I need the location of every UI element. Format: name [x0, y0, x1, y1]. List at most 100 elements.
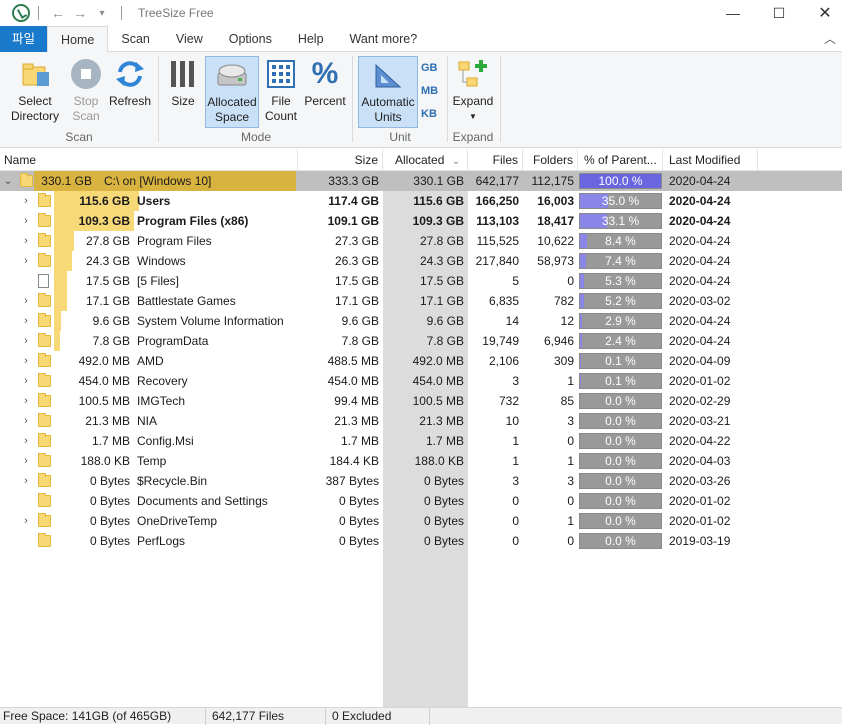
expand-chevron-icon[interactable]: ›: [20, 371, 32, 391]
cell-size: 184.4 KB: [298, 451, 379, 471]
tree-row[interactable]: ›109.3 GBProgram Files (x86)109.1 GB109.…: [0, 211, 842, 231]
tree-row[interactable]: ›492.0 MBAMD488.5 MB492.0 MB2,1063090.1 …: [0, 351, 842, 371]
column-header-folders[interactable]: Folders: [523, 149, 578, 171]
unit-gb-button[interactable]: GB: [421, 62, 438, 74]
expand-chevron-icon[interactable]: ›: [20, 451, 32, 471]
folder-icon: [38, 475, 51, 487]
cell-allocated: 1.7 MB: [383, 431, 464, 451]
cell-files: 217,840: [468, 251, 519, 271]
percent-value: 0.0 %: [580, 454, 661, 468]
tree-row[interactable]: ›0 BytesOneDriveTemp0 Bytes0 Bytes010.0 …: [0, 511, 842, 531]
automatic-units-button[interactable]: Automatic Units: [358, 56, 418, 128]
tree-row[interactable]: ›0 Bytes$Recycle.Bin387 Bytes0 Bytes330.…: [0, 471, 842, 491]
cell-folders: 10,622: [523, 231, 574, 251]
expand-chevron-icon[interactable]: ›: [20, 251, 32, 271]
cell-files: 14: [468, 311, 519, 331]
expand-chevron-icon[interactable]: ›: [20, 411, 32, 431]
expand-chevron-icon[interactable]: ›: [20, 291, 32, 311]
mode-file-count-button[interactable]: File Count: [262, 56, 300, 128]
cell-files: 19,749: [468, 331, 519, 351]
column-header-files[interactable]: Files: [468, 149, 523, 171]
select-directory-button[interactable]: Select Directory: [6, 56, 64, 128]
percent-bar: 2.4 %: [579, 333, 662, 349]
minimize-button[interactable]: —: [710, 0, 756, 26]
tree-row[interactable]: ›21.3 MBNIA21.3 MB21.3 MB1030.0 %2020-03…: [0, 411, 842, 431]
cell-size: 17.1 GB: [298, 291, 379, 311]
expand-chevron-icon[interactable]: ›: [20, 391, 32, 411]
tree-item-name: $Recycle.Bin: [137, 471, 207, 491]
mode-allocated-space-button[interactable]: Allocated Space: [205, 56, 259, 128]
tree-row[interactable]: 0 BytesDocuments and Settings0 Bytes0 By…: [0, 491, 842, 511]
mode-size-button[interactable]: Size: [164, 56, 202, 128]
tree-size-label: 9.6 GB: [54, 311, 130, 331]
unit-kb-button[interactable]: KB: [421, 108, 437, 120]
tree-row[interactable]: ›115.6 GBUsers117.4 GB115.6 GB166,25016,…: [0, 191, 842, 211]
cell-files: 0: [468, 531, 519, 551]
expand-chevron-icon[interactable]: ›: [20, 351, 32, 371]
unit-mb-button[interactable]: MB: [421, 85, 438, 97]
tree-row-root[interactable]: ⌄330.1 GBC:\ on [Windows 10]333.3 GB330.…: [0, 171, 842, 191]
back-arrow-icon[interactable]: ←: [47, 5, 69, 21]
tree-row[interactable]: 0 BytesPerfLogs0 Bytes0 Bytes000.0 %2019…: [0, 531, 842, 551]
column-header-percent-of-parent[interactable]: % of Parent...: [578, 149, 663, 171]
tree-row[interactable]: ›7.8 GBProgramData7.8 GB7.8 GB19,7496,94…: [0, 331, 842, 351]
column-header-name[interactable]: Name: [0, 149, 298, 171]
tree-row[interactable]: ›17.1 GBBattlestate Games17.1 GB17.1 GB6…: [0, 291, 842, 311]
tree-item-name: IMGTech: [137, 391, 185, 411]
tab-options[interactable]: Options: [216, 26, 285, 52]
expand-chevron-icon[interactable]: ›: [20, 311, 32, 331]
treesize-app-icon: [12, 4, 30, 22]
percent-label: Percent: [302, 94, 348, 109]
quick-access-dropdown-icon[interactable]: ▾: [91, 8, 113, 19]
column-header-size[interactable]: Size: [298, 149, 383, 171]
expand-chevron-icon[interactable]: ›: [20, 431, 32, 451]
expand-chevron-icon[interactable]: ›: [20, 211, 32, 231]
column-header-allocated[interactable]: Allocated ⌄: [383, 149, 468, 171]
cell-files: 1: [468, 451, 519, 471]
tree-row[interactable]: 17.5 GB[5 Files]17.5 GB17.5 GB505.3 %202…: [0, 271, 842, 291]
tab-file[interactable]: 파일: [0, 26, 47, 52]
expand-chevron-icon[interactable]: ›: [20, 331, 32, 351]
tree-row[interactable]: ›188.0 KBTemp184.4 KB188.0 KB110.0 %2020…: [0, 451, 842, 471]
tree-size-label: 0 Bytes: [54, 531, 130, 551]
column-header-last-modified[interactable]: Last Modified: [663, 149, 758, 171]
collapse-chevron-icon[interactable]: ⌄: [2, 171, 14, 191]
tab-want-more[interactable]: Want more?: [337, 26, 431, 52]
status-bar: Free Space: 141GB (of 465GB) 642,177 Fil…: [0, 707, 842, 724]
tab-view[interactable]: View: [163, 26, 216, 52]
collapse-ribbon-icon[interactable]: ︿: [824, 30, 836, 47]
tab-help[interactable]: Help: [285, 26, 337, 52]
percent-value: 0.0 %: [580, 494, 661, 508]
tab-scan[interactable]: Scan: [108, 26, 163, 52]
stop-scan-button[interactable]: Stop Scan: [66, 56, 106, 128]
close-button[interactable]: ✕: [802, 0, 842, 26]
refresh-button[interactable]: Refresh: [108, 56, 152, 128]
tree-row[interactable]: ›24.3 GBWindows26.3 GB24.3 GB217,84058,9…: [0, 251, 842, 271]
tree-row[interactable]: ›9.6 GBSystem Volume Information9.6 GB9.…: [0, 311, 842, 331]
folder-icon: [38, 235, 51, 247]
tree-row[interactable]: ›100.5 MBIMGTech99.4 MB100.5 MB732850.0 …: [0, 391, 842, 411]
tree-row[interactable]: ›1.7 MBConfig.Msi1.7 MB1.7 MB100.0 %2020…: [0, 431, 842, 451]
expand-button[interactable]: Expand ▼: [452, 56, 494, 128]
percent-bar: 0.0 %: [579, 433, 662, 449]
tree-size-label: 115.6 GB: [54, 191, 130, 211]
group-separator: [158, 56, 159, 142]
tree-size-label: 492.0 MB: [54, 351, 130, 371]
tree-item-name: ProgramData: [137, 331, 208, 351]
forward-arrow-icon[interactable]: →: [69, 5, 91, 21]
expand-chevron-icon[interactable]: ›: [20, 191, 32, 211]
expand-chevron-icon[interactable]: ›: [20, 511, 32, 531]
cell-size: 0 Bytes: [298, 511, 379, 531]
expand-chevron-icon[interactable]: ›: [20, 471, 32, 491]
title-separator: [38, 6, 39, 20]
tree-size-label: 109.3 GB: [54, 211, 130, 231]
tab-home[interactable]: Home: [47, 26, 108, 53]
mode-percent-button[interactable]: % Percent: [302, 56, 348, 128]
maximize-button[interactable]: ☐: [756, 0, 802, 26]
folder-icon: [38, 255, 51, 267]
cell-folders: 85: [523, 391, 574, 411]
tree-row[interactable]: ›454.0 MBRecovery454.0 MB454.0 MB310.1 %…: [0, 371, 842, 391]
tree-row[interactable]: ›27.8 GBProgram Files27.3 GB27.8 GB115,5…: [0, 231, 842, 251]
expand-chevron-icon[interactable]: ›: [20, 231, 32, 251]
cell-files: 0: [468, 511, 519, 531]
